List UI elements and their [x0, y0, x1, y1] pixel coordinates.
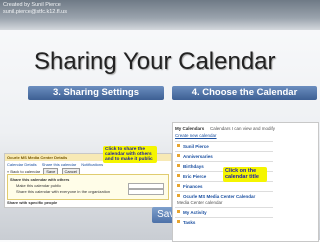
calendar-item[interactable]: My Activity: [175, 207, 273, 216]
calendar-item-title[interactable]: Birthdays: [183, 164, 204, 169]
calendar-icon: [177, 184, 180, 187]
share-options-box: Share this calendar with others Make thi…: [7, 174, 169, 200]
calendar-item-title[interactable]: Tasks: [183, 220, 195, 225]
share-organization-option[interactable]: Share this calendar with everyone in the…: [16, 189, 110, 194]
calendar-item-title[interactable]: Ocurle MS Media Center Calendar: [183, 194, 255, 199]
calendar-icon: [177, 194, 180, 197]
author-email: sunil.pierce@stfc.k12.fl.us: [3, 9, 67, 15]
calendar-item[interactable]: Anniversaries: [175, 151, 273, 160]
calendar-item-title[interactable]: Anniversaries: [183, 154, 213, 159]
tab-notifications[interactable]: Notifications: [81, 162, 103, 167]
share-specific-people-label: Share with specific people: [7, 200, 58, 205]
calendar-item-title[interactable]: Eric Pierce: [183, 174, 206, 179]
make-public-option[interactable]: Make this calendar public: [16, 183, 61, 188]
calendar-item[interactable]: Sunil Pierce: [175, 141, 273, 150]
calendar-item-title[interactable]: Finances: [183, 184, 203, 189]
step-3-header: 3. Sharing Settings: [28, 86, 164, 100]
calendar-item[interactable]: Ocurle MS Media Center Calendar Media Ce…: [175, 191, 273, 206]
tab-calendar-details[interactable]: Calendar Details: [7, 162, 37, 167]
calendar-title-callout: Click on the calendar title: [223, 167, 267, 182]
calendar-icon: [177, 210, 180, 213]
my-calendars-header: My Calendars: [175, 126, 205, 131]
calendar-icon: [177, 144, 180, 147]
calendar-icon: [177, 154, 180, 157]
create-calendar-link[interactable]: Create new calendar: [175, 133, 217, 138]
calendar-icon: [177, 174, 180, 177]
my-calendars-subheader: Calendars I can view and modify: [210, 126, 276, 131]
calendar-item-description: Media Center calendar: [177, 200, 223, 205]
share-public-checkbox-label[interactable]: Share this calendar with others: [10, 177, 69, 182]
calendar-item-title[interactable]: Sunil Pierce: [183, 144, 209, 149]
calendar-icon: [177, 220, 180, 223]
author-name: Created by Sunil Pierce: [3, 2, 61, 8]
calendar-group-name: Ocurle MS Media Center Details: [7, 155, 68, 160]
author-credit: Created by Sunil Pierce sunil.pierce@stf…: [3, 2, 67, 16]
calendar-list-screenshot: My Calendars Calendars I can view and mo…: [172, 122, 319, 242]
slide-title: Sharing Your Calendar: [34, 48, 276, 75]
calendar-item-title[interactable]: My Activity: [183, 210, 207, 215]
calendar-item[interactable]: Finances: [175, 181, 273, 190]
permission-select-2[interactable]: [128, 189, 164, 195]
calendar-icon: [177, 164, 180, 167]
calendar-item[interactable]: Tasks: [175, 217, 273, 226]
header-band: Created by Sunil Pierce sunil.pierce@stf…: [0, 0, 320, 30]
settings-tabs: Calendar Details Share this calendar Not…: [7, 162, 107, 167]
share-callout: Click to share the calendar with others …: [103, 146, 157, 163]
tab-share-calendar[interactable]: Share this calendar: [42, 162, 76, 167]
step-4-header: 4. Choose the Calendar: [172, 86, 317, 100]
